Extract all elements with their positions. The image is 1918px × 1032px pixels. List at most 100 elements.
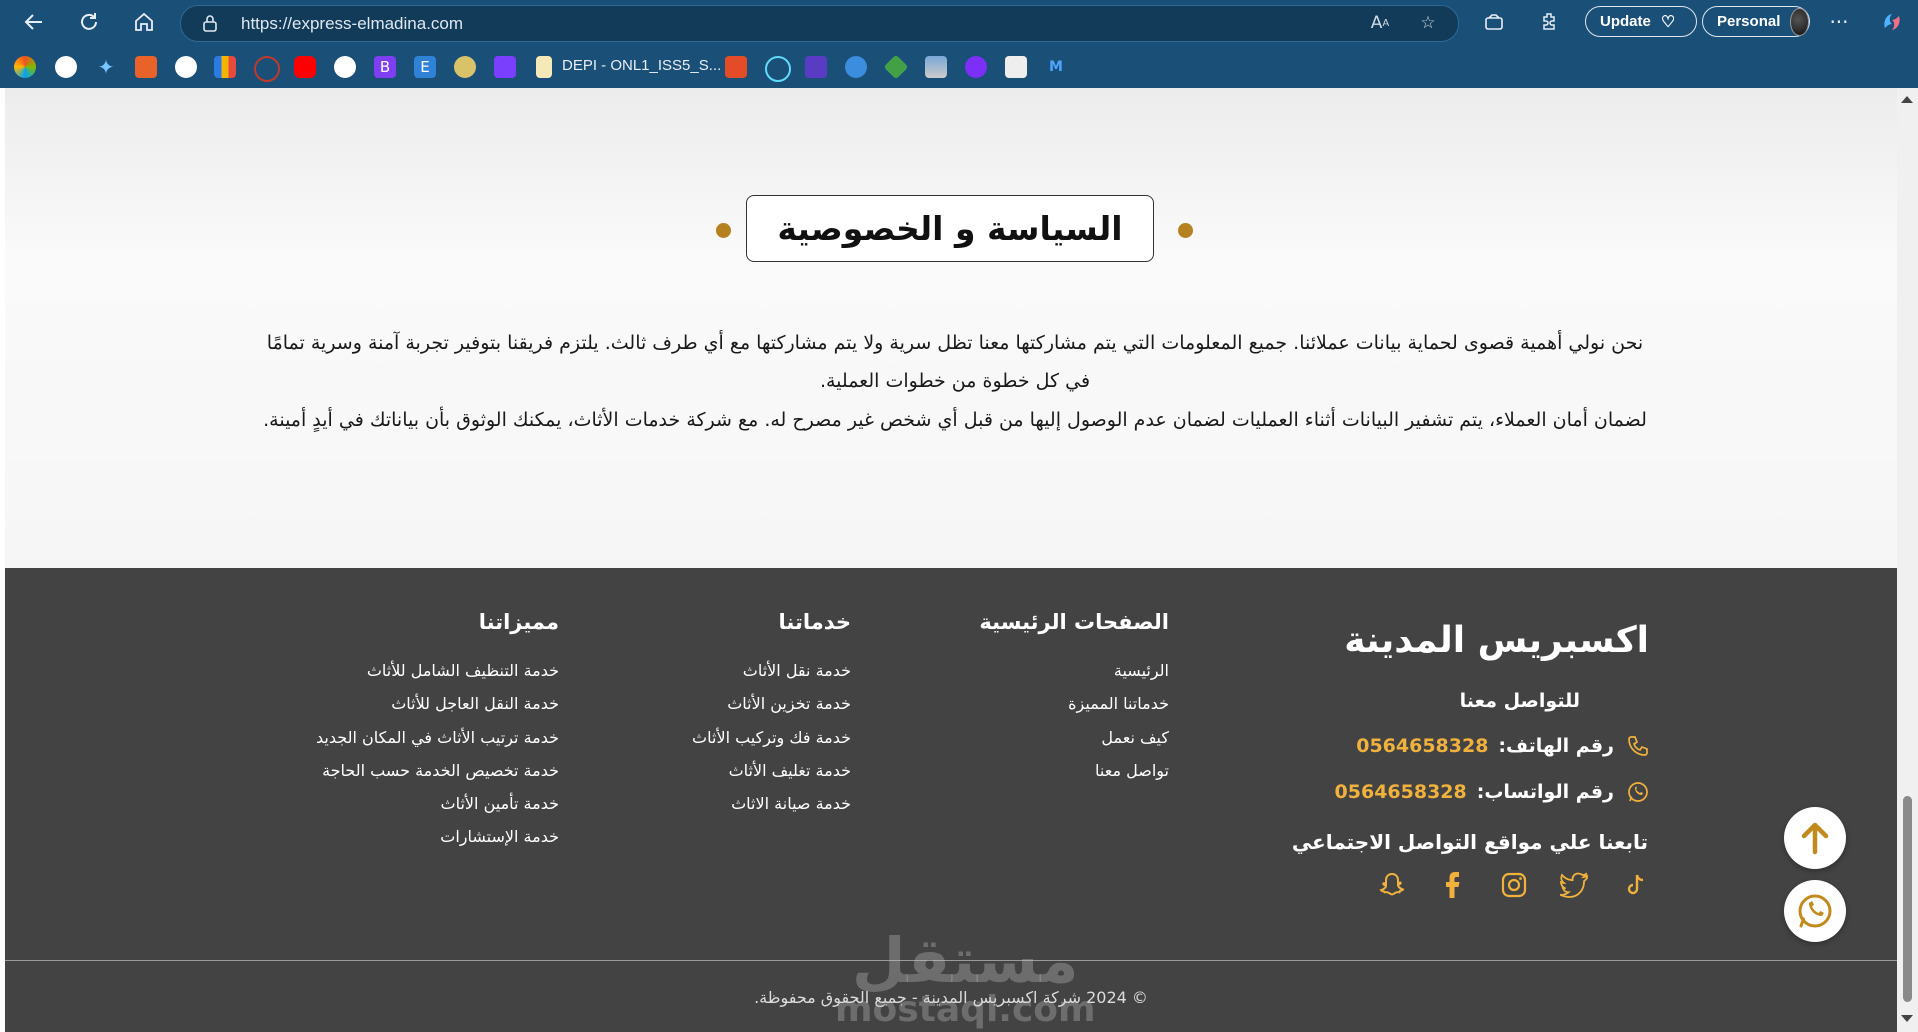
update-heart-icon: ♡ bbox=[1660, 13, 1676, 31]
bookmarks-bar: ✦ B E DEPI - ONL1_ISS5_S... M bbox=[0, 50, 1918, 84]
twitter-icon[interactable] bbox=[1558, 868, 1592, 902]
browser-chrome: https://express-elmadina.com AA ☆ Update… bbox=[0, 0, 1918, 88]
url-text[interactable]: https://express-elmadina.com bbox=[241, 14, 463, 34]
service-link[interactable]: خدمة فك وتركيب الأثاث bbox=[692, 721, 851, 754]
features-list: خدمة التنظيف الشامل للأثاث خدمة النقل ال… bbox=[316, 654, 559, 854]
copilot-icon[interactable] bbox=[1878, 8, 1906, 36]
services-title: خدماتنا bbox=[778, 610, 852, 634]
contact-heading: للتواصل معنا bbox=[1459, 690, 1580, 712]
analytics-bookmark-icon[interactable] bbox=[214, 56, 236, 78]
phone-row[interactable]: رقم الهاتف: 0564658328 bbox=[1356, 734, 1650, 758]
profile-label: Personal bbox=[1717, 13, 1781, 30]
lock-icon[interactable] bbox=[201, 14, 219, 32]
bird-bookmark-icon[interactable] bbox=[845, 56, 867, 78]
flash-bookmark-icon[interactable] bbox=[805, 56, 827, 78]
services-list: خدمة نقل الأثاث خدمة تخزين الأثاث خدمة ف… bbox=[692, 654, 851, 820]
sparkle-bookmark-icon[interactable]: ✦ bbox=[95, 56, 117, 78]
feature-link[interactable]: خدمة النقل العاجل للأثاث bbox=[316, 687, 559, 720]
whatsapp-row[interactable]: رقم الواتساب: 0564658328 bbox=[1335, 780, 1650, 804]
github-bookmark-icon[interactable] bbox=[175, 56, 197, 78]
service-link[interactable]: خدمة صيانة الاثاث bbox=[692, 787, 851, 820]
main-pages-list: الرئيسية خدماتنا المميزة كيف نعمل تواصل … bbox=[1068, 654, 1169, 787]
whatsapp-small-icon bbox=[1628, 782, 1648, 802]
scroll-top-button[interactable] bbox=[1784, 807, 1846, 869]
service-link[interactable]: خدمة تغليف الأثاث bbox=[692, 754, 851, 787]
circle-bookmark-icon[interactable] bbox=[965, 56, 987, 78]
scroll-thumb[interactable] bbox=[1903, 796, 1912, 1002]
footer-link-contact[interactable]: تواصل معنا bbox=[1068, 754, 1169, 787]
more-menu-icon[interactable]: ··· bbox=[1825, 8, 1853, 36]
scroll-down-arrow-icon[interactable] bbox=[1901, 1015, 1913, 1022]
phone-icon bbox=[1628, 736, 1648, 756]
feature-link[interactable]: خدمة تأمين الأثاث bbox=[316, 787, 559, 820]
whatsapp-float-button[interactable] bbox=[1784, 880, 1846, 942]
decor-dot-left bbox=[716, 223, 731, 238]
follow-heading: تابعنا علي مواقع التواصل الاجتماعي bbox=[1291, 830, 1648, 854]
mostaql-watermark: مستقل mostaql.com bbox=[835, 930, 1096, 1028]
privacy-paragraph-1: نحن نولي أهمية قصوى لحماية بيانات عملائن… bbox=[266, 332, 1644, 392]
phone-label: رقم الهاتف: bbox=[1498, 735, 1614, 757]
scroll-up-arrow-icon[interactable] bbox=[1901, 96, 1913, 103]
home-icon[interactable] bbox=[130, 8, 158, 36]
back-icon[interactable] bbox=[20, 8, 48, 36]
feature-link[interactable]: خدمة ترتيب الأثاث في المكان الجديد bbox=[316, 721, 559, 754]
footer-brand: اكسبريس المدينة bbox=[1344, 620, 1649, 661]
update-label: Update bbox=[1600, 13, 1651, 30]
node-bookmark-icon[interactable] bbox=[883, 54, 909, 80]
page-scrollbar[interactable] bbox=[1897, 88, 1918, 1032]
e-bookmark-icon[interactable]: E bbox=[414, 56, 436, 78]
browser-tool-icon[interactable] bbox=[1480, 8, 1508, 36]
mz-bookmark-icon[interactable]: M bbox=[1045, 56, 1067, 78]
profile-button[interactable]: Personal bbox=[1702, 6, 1810, 37]
browser-toolbar: https://express-elmadina.com AA ☆ Update… bbox=[0, 0, 1918, 44]
privacy-title: السياسة و الخصوصية bbox=[746, 195, 1154, 262]
wordpress-bookmark-icon[interactable] bbox=[334, 56, 356, 78]
site-footer: اكسبريس المدينة للتواصل معنا رقم الهاتف:… bbox=[5, 568, 1897, 1032]
avatar bbox=[1790, 7, 1809, 36]
photo-bookmark-icon[interactable] bbox=[925, 56, 947, 78]
bolt-bookmark-icon[interactable] bbox=[725, 56, 747, 78]
address-bar[interactable]: https://express-elmadina.com AA ☆ bbox=[180, 5, 1459, 42]
whatsapp-label: رقم الواتساب: bbox=[1476, 781, 1614, 803]
read-aloud-icon[interactable]: AA bbox=[1369, 12, 1391, 34]
openai-bookmark-icon[interactable] bbox=[55, 56, 77, 78]
whatsapp-number[interactable]: 0564658328 bbox=[1335, 781, 1467, 803]
watermark-latin: mostaql.com bbox=[835, 989, 1096, 1030]
service-link[interactable]: خدمة تخزين الأثاث bbox=[692, 687, 851, 720]
facebook-icon[interactable] bbox=[1436, 868, 1470, 902]
feature-link[interactable]: خدمة الإستشارات bbox=[316, 820, 559, 853]
page-bookmark-icon[interactable] bbox=[1005, 56, 1027, 78]
copilot-bookmark-icon[interactable] bbox=[14, 56, 36, 78]
service-link[interactable]: خدمة نقل الأثاث bbox=[692, 654, 851, 687]
feature-link[interactable]: خدمة تخصيص الخدمة حسب الحاجة bbox=[316, 754, 559, 787]
feature-link[interactable]: خدمة التنظيف الشامل للأثاث bbox=[316, 654, 559, 687]
snapchat-icon[interactable] bbox=[1375, 868, 1409, 902]
soundcloud-bookmark-icon[interactable] bbox=[135, 56, 157, 78]
footer-link-home[interactable]: الرئيسية bbox=[1068, 654, 1169, 687]
whatsapp-icon bbox=[1798, 894, 1832, 928]
extensions-icon[interactable] bbox=[1536, 8, 1564, 36]
youtube-bookmark-icon[interactable] bbox=[294, 56, 316, 78]
arrow-up-icon bbox=[1801, 822, 1829, 855]
bootstrap-bookmark-icon[interactable]: B bbox=[374, 56, 396, 78]
favorite-star-icon[interactable]: ☆ bbox=[1417, 12, 1439, 34]
privacy-paragraph-2: لضمان أمان العملاء، يتم تشفير البيانات أ… bbox=[263, 409, 1647, 431]
emblem-bookmark-icon[interactable] bbox=[454, 56, 476, 78]
reload-icon[interactable] bbox=[75, 8, 103, 36]
privacy-section: السياسة و الخصوصية نحن نولي أهمية قصوى ل… bbox=[5, 88, 1897, 568]
main-pages-title: الصفحات الرئيسية bbox=[979, 610, 1169, 634]
search-bookmark-icon[interactable] bbox=[254, 56, 280, 82]
phone-number[interactable]: 0564658328 bbox=[1356, 735, 1488, 757]
decor-dot-right bbox=[1178, 223, 1193, 238]
tiktok-icon[interactable] bbox=[1619, 868, 1653, 902]
purple-bookmark-icon[interactable] bbox=[494, 56, 516, 78]
document-bookmark-icon[interactable] bbox=[536, 56, 552, 78]
footer-link-services[interactable]: خدماتنا المميزة bbox=[1068, 687, 1169, 720]
watermark-arabic: مستقل bbox=[851, 924, 1079, 997]
update-button[interactable]: Update ♡ bbox=[1585, 6, 1697, 37]
react-bookmark-icon[interactable] bbox=[765, 56, 791, 82]
instagram-icon[interactable] bbox=[1497, 868, 1531, 902]
web-page: السياسة و الخصوصية نحن نولي أهمية قصوى ل… bbox=[5, 88, 1897, 1032]
depi-bookmark-label[interactable]: DEPI - ONL1_ISS5_S... bbox=[562, 57, 721, 74]
footer-link-how-we-work[interactable]: كيف نعمل bbox=[1068, 721, 1169, 754]
